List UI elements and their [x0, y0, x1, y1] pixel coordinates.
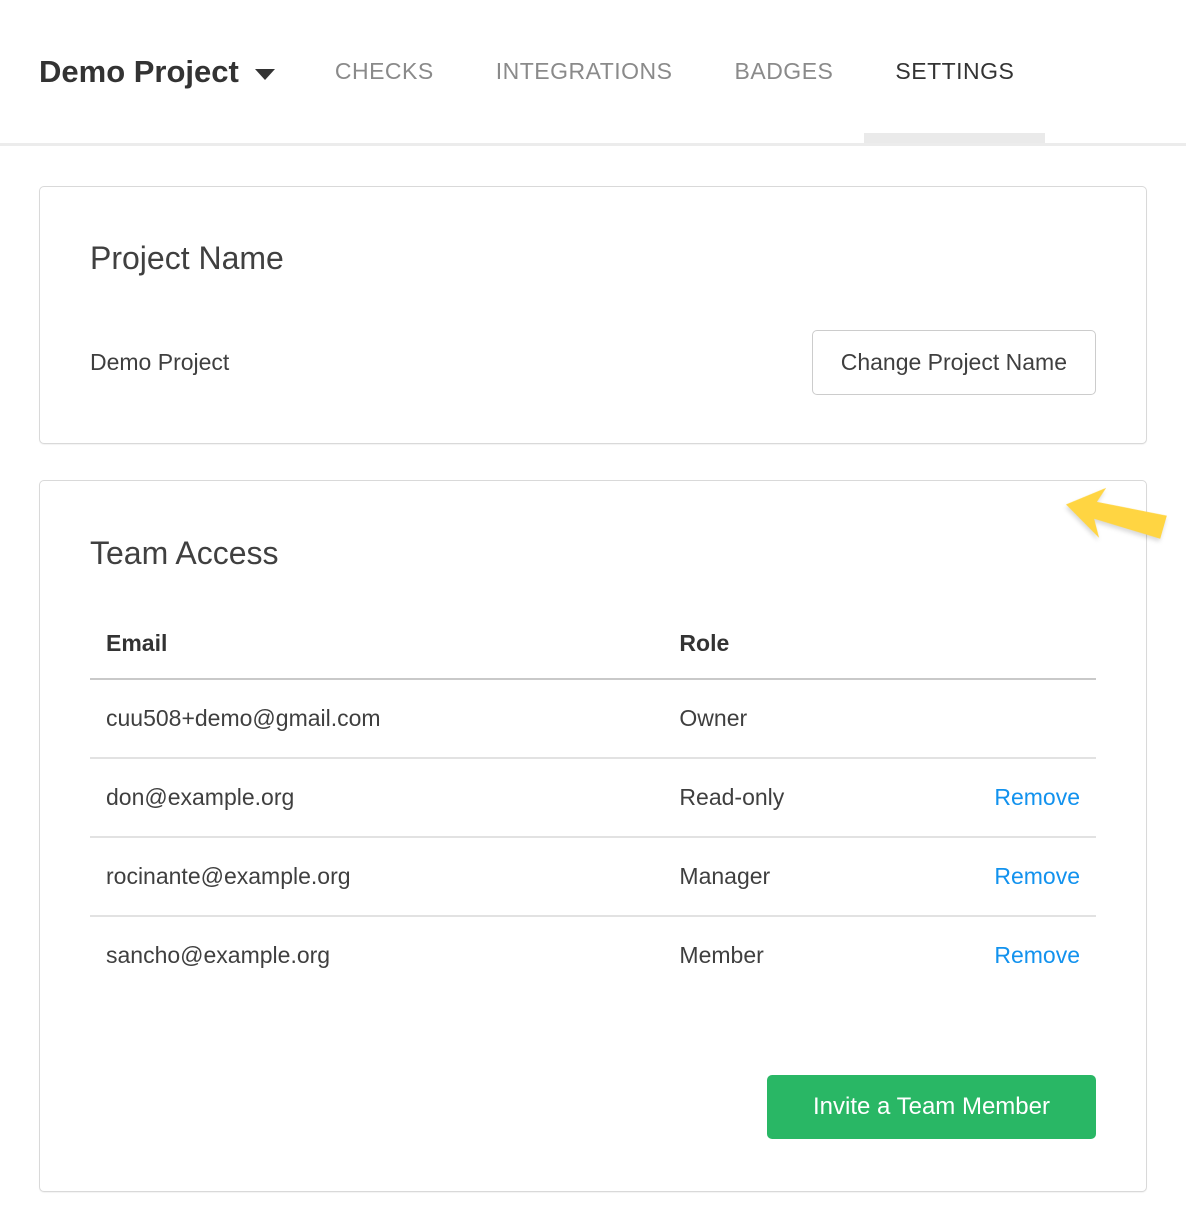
team-members-table: Email Role cuu508+demo@gmail.com Owner d…	[90, 630, 1096, 994]
actions-column-header	[965, 630, 1096, 679]
member-action-cell: Remove	[965, 837, 1096, 916]
invite-team-member-button[interactable]: Invite a Team Member	[767, 1075, 1096, 1139]
remove-member-link[interactable]: Remove	[994, 942, 1080, 968]
settings-page: Project Name Demo Project Change Project…	[0, 186, 1186, 1192]
project-switcher[interactable]: Demo Project	[39, 0, 275, 143]
table-row: don@example.org Read-only Remove	[90, 758, 1096, 837]
team-access-card: Team Access Email Role cuu508+demo@gmail…	[39, 480, 1147, 1192]
member-action-cell: Remove	[965, 916, 1096, 994]
project-switcher-label: Demo Project	[39, 54, 239, 90]
email-column-header: Email	[90, 630, 663, 679]
project-name-card: Project Name Demo Project Change Project…	[39, 186, 1147, 444]
member-email-cell: don@example.org	[90, 758, 663, 837]
table-row: sancho@example.org Member Remove	[90, 916, 1096, 994]
project-name-title: Project Name	[90, 240, 1096, 277]
member-email-cell: cuu508+demo@gmail.com	[90, 679, 663, 758]
top-navigation: Demo Project CHECKS INTEGRATIONS BADGES …	[0, 0, 1186, 146]
tab-badges[interactable]: BADGES	[704, 0, 865, 143]
table-header-row: Email Role	[90, 630, 1096, 679]
project-name-row: Demo Project Change Project Name	[90, 330, 1096, 395]
member-action-cell	[965, 679, 1096, 758]
tab-checks[interactable]: CHECKS	[304, 0, 465, 143]
remove-member-link[interactable]: Remove	[994, 863, 1080, 889]
table-row: rocinante@example.org Manager Remove	[90, 837, 1096, 916]
member-role-cell: Owner	[663, 679, 965, 758]
member-action-cell: Remove	[965, 758, 1096, 837]
member-email-cell: rocinante@example.org	[90, 837, 663, 916]
change-project-name-button[interactable]: Change Project Name	[812, 330, 1096, 395]
current-project-name: Demo Project	[90, 349, 229, 376]
invite-row: Invite a Team Member	[90, 1075, 1096, 1139]
remove-member-link[interactable]: Remove	[994, 784, 1080, 810]
member-role-cell: Manager	[663, 837, 965, 916]
tab-integrations[interactable]: INTEGRATIONS	[465, 0, 704, 143]
nav-tabs: CHECKS INTEGRATIONS BADGES SETTINGS	[304, 0, 1046, 143]
table-row: cuu508+demo@gmail.com Owner	[90, 679, 1096, 758]
member-role-cell: Read-only	[663, 758, 965, 837]
tab-settings[interactable]: SETTINGS	[864, 0, 1045, 143]
member-email-cell: sancho@example.org	[90, 916, 663, 994]
role-column-header: Role	[663, 630, 965, 679]
team-access-title: Team Access	[90, 535, 1096, 572]
member-role-cell: Member	[663, 916, 965, 994]
caret-down-icon	[255, 69, 275, 80]
